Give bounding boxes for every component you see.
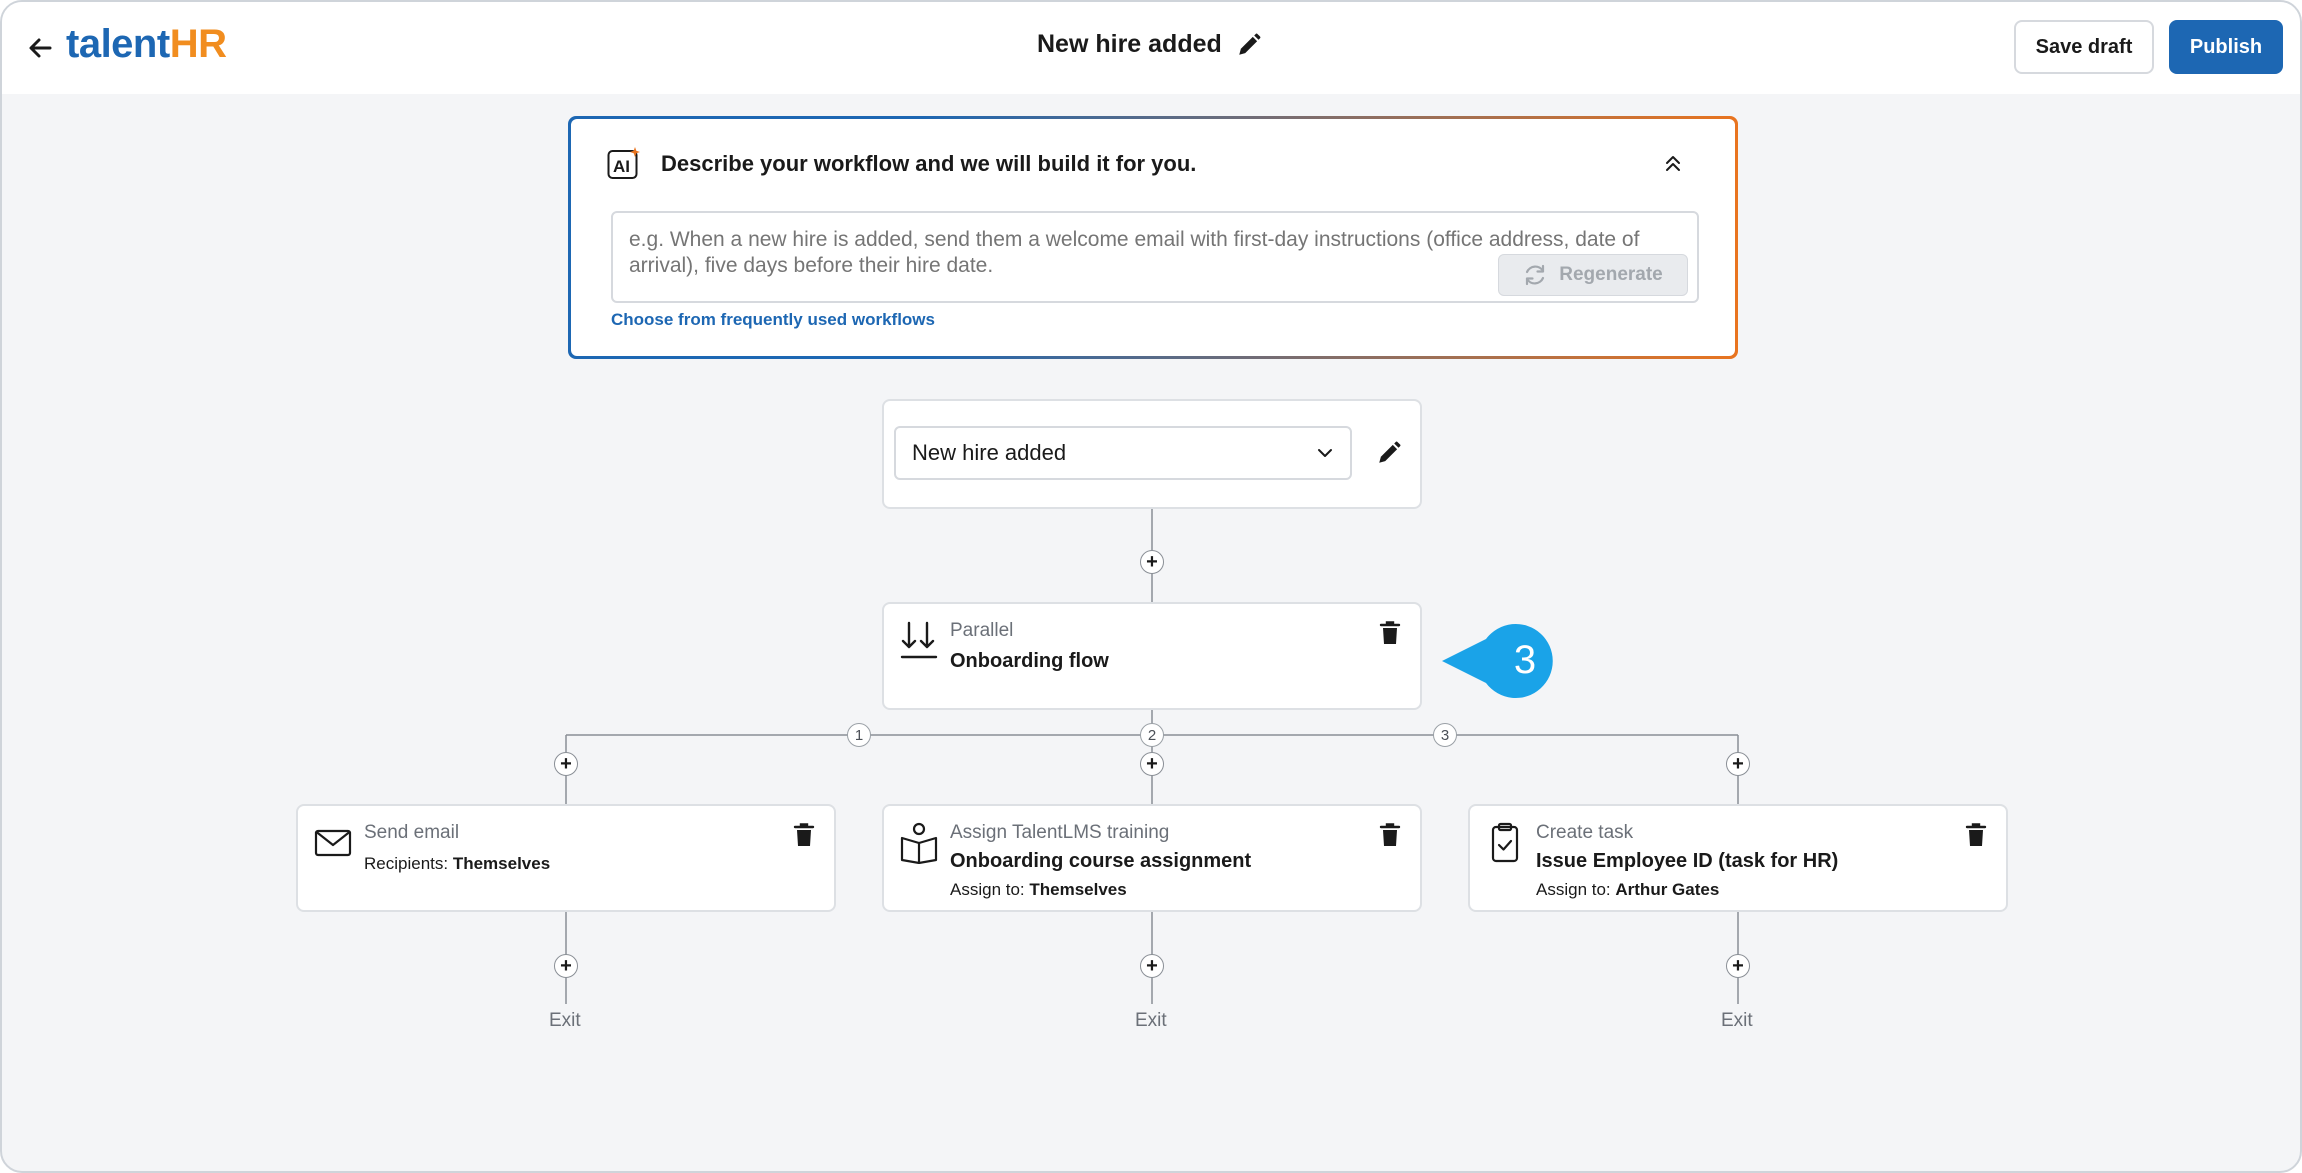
action-name: Issue Employee ID (task for HR) — [1536, 850, 1839, 872]
pencil-icon[interactable] — [1376, 440, 1402, 466]
exit-label: Exit — [1135, 1010, 1167, 1031]
action-meta-value: Themselves — [452, 854, 551, 873]
parallel-node[interactable]: Parallel Onboarding flow — [882, 602, 1422, 710]
trash-icon[interactable] — [792, 822, 816, 848]
action-kind: Assign TalentLMS training — [950, 822, 1170, 843]
create-task-node[interactable]: Create task Issue Employee ID (task for … — [1468, 804, 2008, 912]
workflow-connectors — [565, 509, 1739, 1004]
action-meta-label: Recipients: — [364, 854, 453, 873]
branch-number-1: 1 — [847, 723, 871, 747]
trash-icon[interactable] — [1378, 822, 1402, 848]
clipboard-check-icon — [1491, 822, 1519, 863]
trash-icon[interactable] — [1964, 822, 1988, 848]
add-step-button[interactable]: + — [1726, 752, 1750, 776]
add-step-button[interactable]: + — [554, 752, 578, 776]
branch-number-3: 3 — [1433, 723, 1457, 747]
action-name: Onboarding course assignment — [950, 850, 1252, 872]
envelope-icon — [314, 829, 352, 857]
action-meta: Recipients: Themselves — [364, 854, 550, 874]
action-kind: Send email — [364, 822, 460, 843]
action-meta-value: Themselves — [1029, 880, 1127, 899]
exit-label: Exit — [549, 1010, 581, 1031]
action-meta-label: Assign to: — [950, 880, 1030, 899]
trigger-select[interactable]: New hire added — [894, 426, 1352, 480]
step-callout-number: 3 — [1513, 637, 1537, 682]
parallel-arrows-icon — [900, 621, 938, 659]
add-step-button[interactable]: + — [1140, 550, 1164, 574]
trigger-select-value: New hire added — [912, 440, 1067, 465]
parallel-kind: Parallel — [950, 620, 1014, 641]
add-step-button[interactable]: + — [1140, 752, 1164, 776]
assign-training-node[interactable]: Assign TalentLMS training Onboarding cou… — [882, 804, 1422, 912]
action-meta: Assign to: Themselves — [950, 880, 1127, 900]
action-meta-label: Assign to: — [1536, 880, 1616, 899]
action-meta-value: Arthur Gates — [1615, 880, 1720, 899]
parallel-name: Onboarding flow — [950, 650, 1109, 672]
action-meta: Assign to: Arthur Gates — [1536, 880, 1719, 900]
send-email-node[interactable]: Send email Recipients: Themselves — [296, 804, 836, 912]
book-reader-icon — [900, 822, 938, 864]
trigger-node: New hire added — [882, 399, 1422, 509]
exit-label: Exit — [1721, 1010, 1753, 1031]
add-step-button[interactable]: + — [1726, 954, 1750, 978]
add-step-button[interactable]: + — [554, 954, 578, 978]
branch-number-2: 2 — [1140, 723, 1164, 747]
trash-icon[interactable] — [1378, 620, 1402, 646]
add-step-button[interactable]: + — [1140, 954, 1164, 978]
app-window: talentHR New hire added Save draft Publi… — [0, 0, 2302, 1173]
chevron-down-icon — [1318, 449, 1332, 457]
action-kind: Create task — [1536, 822, 1634, 843]
